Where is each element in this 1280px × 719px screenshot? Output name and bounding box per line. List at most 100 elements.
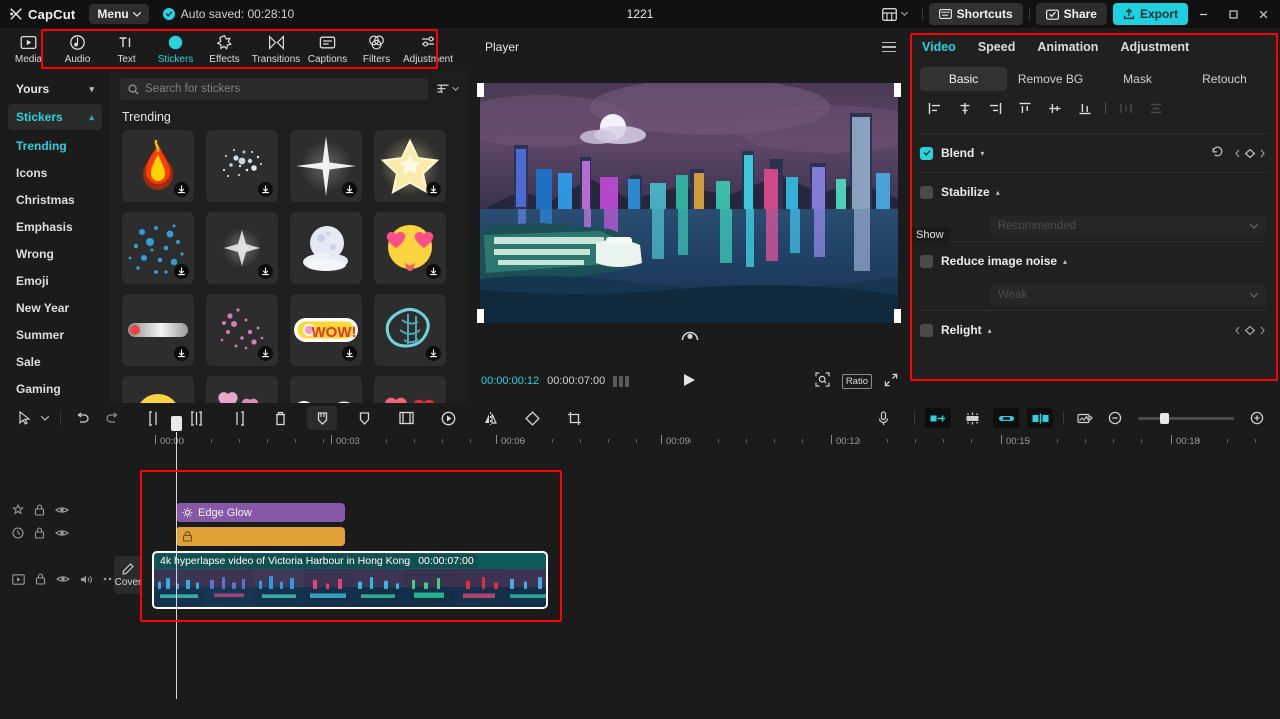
align-top-icon[interactable] xyxy=(1010,97,1040,119)
segment-basic[interactable]: Basic xyxy=(920,67,1007,91)
sticker-teal-scribble[interactable] xyxy=(374,294,446,366)
stage-handle-right[interactable] xyxy=(894,83,901,97)
sticker-white-brush[interactable] xyxy=(290,376,362,403)
download-button[interactable] xyxy=(258,346,273,361)
reset-button[interactable] xyxy=(1211,145,1224,161)
segment-mask[interactable]: Mask xyxy=(1094,67,1181,91)
sticker-moon-cloud[interactable] xyxy=(290,212,362,284)
zoom-scrub-handle[interactable] xyxy=(681,330,699,344)
download-button[interactable] xyxy=(342,346,357,361)
tab-audio[interactable]: Audio xyxy=(53,29,102,69)
sidebar-item-summer[interactable]: Summer xyxy=(0,321,110,348)
tab-text[interactable]: Text xyxy=(102,29,151,69)
sticker-heart-eyes-emoji[interactable] xyxy=(374,212,446,284)
search-input[interactable] xyxy=(145,83,420,95)
thumbnail-view-icon[interactable] xyxy=(1070,406,1100,430)
timeline-zoom-slider[interactable] xyxy=(1138,412,1234,424)
tab-effects[interactable]: Effects xyxy=(200,29,249,69)
playhead-handle[interactable] xyxy=(171,416,182,431)
hamburger-icon[interactable] xyxy=(882,41,896,53)
download-button[interactable] xyxy=(342,182,357,197)
tab-adjustment-right[interactable]: Adjustment xyxy=(1120,40,1189,54)
align-left-icon[interactable] xyxy=(920,97,950,119)
ratio-button[interactable]: Ratio xyxy=(841,373,872,389)
tool-dropdown-icon[interactable] xyxy=(36,406,54,430)
zoom-slider-knob[interactable] xyxy=(1160,412,1169,424)
download-button[interactable] xyxy=(174,182,189,197)
text-clip[interactable] xyxy=(176,527,345,546)
noise-select[interactable]: Weak xyxy=(990,284,1266,306)
delete-icon[interactable] xyxy=(265,406,295,430)
chevron-up-icon[interactable]: ▴ xyxy=(1063,257,1067,266)
sidebar-item-new-year[interactable]: New Year xyxy=(0,294,110,321)
clock-icon[interactable] xyxy=(12,527,24,539)
stage-handle-right-bottom[interactable] xyxy=(894,309,901,323)
zoom-in-icon[interactable] xyxy=(1242,406,1272,430)
sticker-soft-star[interactable] xyxy=(206,212,278,284)
auto-arrange-icon[interactable] xyxy=(959,408,985,428)
split-icon[interactable] xyxy=(139,406,169,430)
sticker-four-point-star[interactable] xyxy=(290,130,362,202)
microphone-icon[interactable] xyxy=(868,406,898,430)
link-clips-icon[interactable] xyxy=(993,408,1019,428)
align-center-horizontal-icon[interactable] xyxy=(950,97,980,119)
tab-adjustment[interactable]: Adjustment xyxy=(401,29,455,69)
undo-icon[interactable] xyxy=(67,406,97,430)
fit-to-screen-button[interactable] xyxy=(815,372,830,390)
share-button[interactable]: Share xyxy=(1035,3,1107,25)
mask-icon[interactable] xyxy=(349,406,379,430)
stabilize-checkbox[interactable] xyxy=(920,185,933,199)
play-button[interactable] xyxy=(683,373,696,390)
crop-frame-icon[interactable] xyxy=(391,406,421,430)
sticker-wow-badge[interactable]: WOW! xyxy=(290,294,362,366)
lock-icon[interactable] xyxy=(34,527,45,539)
chevron-up-icon[interactable]: ▴ xyxy=(996,188,1000,197)
relight-checkbox[interactable] xyxy=(920,323,933,337)
layout-switch-button[interactable] xyxy=(874,3,916,25)
sidebar-item-sale[interactable]: Sale xyxy=(0,348,110,375)
sidebar-item-emoji[interactable]: Emoji xyxy=(0,267,110,294)
tab-captions[interactable]: Captions xyxy=(303,29,352,69)
sidebar-item-gaming[interactable]: Gaming xyxy=(0,375,110,402)
sidebar-item-christmas[interactable]: Christmas xyxy=(0,186,110,213)
sticker-red-hearts[interactable] xyxy=(374,376,446,403)
chevron-up-icon[interactable]: ▴ xyxy=(988,326,992,335)
keyframe-control[interactable] xyxy=(1234,325,1266,336)
video-icon[interactable] xyxy=(12,573,25,585)
tab-media[interactable]: Media xyxy=(4,29,53,69)
sticker-progress-bar[interactable] xyxy=(122,294,194,366)
search-box[interactable] xyxy=(120,78,428,100)
sticker-flame[interactable] xyxy=(122,130,194,202)
align-middle-vertical-icon[interactable] xyxy=(1040,97,1070,119)
close-button[interactable] xyxy=(1248,0,1278,28)
eye-icon[interactable] xyxy=(55,505,69,515)
keyframe-control[interactable] xyxy=(1234,148,1266,159)
chevron-down-icon[interactable]: ▾ xyxy=(980,149,984,158)
sidebar-item-wrong[interactable]: Wrong xyxy=(0,240,110,267)
trim-start-icon[interactable] xyxy=(181,406,211,430)
download-button[interactable] xyxy=(426,346,441,361)
stabilize-select[interactable]: Recommended xyxy=(990,215,1266,237)
download-button[interactable] xyxy=(258,264,273,279)
stage-handle-left-bottom[interactable] xyxy=(477,309,484,323)
tab-video[interactable]: Video xyxy=(922,40,956,54)
effect-clip[interactable]: Edge Glow xyxy=(176,503,345,522)
timecode-mode-icon[interactable] xyxy=(613,375,630,387)
download-button[interactable] xyxy=(426,182,441,197)
blend-checkbox[interactable] xyxy=(920,146,933,160)
sidebar-item-emphasis[interactable]: Emphasis xyxy=(0,213,110,240)
eye-icon[interactable] xyxy=(56,574,70,584)
crop-icon[interactable] xyxy=(559,406,589,430)
playhead[interactable] xyxy=(171,416,182,699)
sidebar-group-stickers[interactable]: Stickers ▴ xyxy=(8,104,102,130)
sort-filter-button[interactable] xyxy=(434,81,462,97)
minimize-button[interactable] xyxy=(1188,0,1218,28)
sticker-sparkle-burst[interactable] xyxy=(206,130,278,202)
sticker-yellow-circle[interactable] xyxy=(122,376,194,403)
tab-transitions[interactable]: Transitions xyxy=(249,29,303,69)
video-clip[interactable]: 4k hyperlapse video of Victoria Harbour … xyxy=(152,551,548,609)
cover-button[interactable]: Cover xyxy=(114,556,142,594)
align-right-icon[interactable] xyxy=(980,97,1010,119)
reduce-noise-checkbox[interactable] xyxy=(920,254,933,268)
rotate-icon[interactable] xyxy=(517,406,547,430)
